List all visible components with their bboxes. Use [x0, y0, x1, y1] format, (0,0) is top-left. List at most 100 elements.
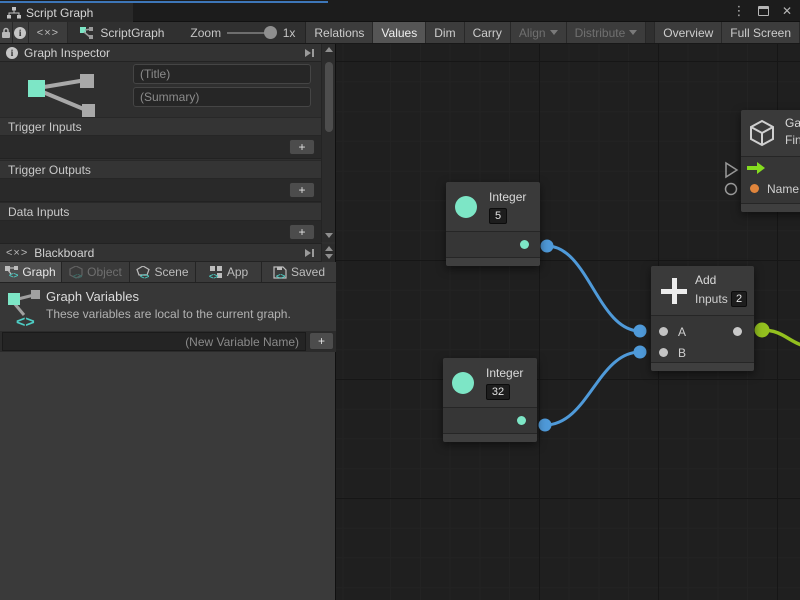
inspector-fields	[0, 62, 322, 117]
window-menu-icon[interactable]	[732, 4, 746, 18]
tab-scene[interactable]: <> Scene	[130, 262, 196, 282]
output-port[interactable]	[733, 327, 742, 336]
gameobject-cube-icon	[748, 119, 776, 147]
node-title: Add	[695, 273, 716, 287]
graph-asset-icon	[22, 66, 107, 118]
control-input-port-icon[interactable]	[726, 163, 737, 177]
tab-title: Script Graph	[26, 6, 93, 20]
close-icon[interactable]	[780, 4, 794, 18]
code-brackets-icon: <×>	[37, 27, 59, 39]
add-trigger-input-button[interactable]: +	[289, 139, 315, 155]
scroll-up-icon[interactable]	[325, 47, 333, 52]
tab-graph[interactable]: <> Graph	[0, 262, 62, 282]
output-port[interactable]	[520, 240, 529, 249]
tab-saved[interactable]: <> Saved	[262, 262, 336, 282]
title-input[interactable]	[133, 64, 311, 84]
data-input-port-icon[interactable]	[726, 184, 737, 195]
graph-breadcrumb[interactable]: ScriptGraph	[80, 22, 164, 43]
data-inputs-list: +	[0, 221, 322, 244]
dock-icon[interactable]	[304, 48, 316, 58]
port-b-label: B	[678, 346, 686, 360]
node-title: Integer	[489, 190, 526, 204]
script-graph-window: Script Graph <×> S	[0, 0, 800, 600]
inputs-count-input[interactable]	[731, 291, 747, 307]
new-variable-row: +	[0, 331, 336, 352]
section-trigger-inputs: Trigger Inputs	[0, 117, 322, 136]
section-data-inputs: Data Inputs	[0, 202, 322, 221]
node-subtitle: Find	[785, 133, 800, 147]
overview-button[interactable]: Overview	[654, 22, 722, 43]
trigger-outputs-list: +	[0, 179, 322, 202]
scroll-down-icon[interactable]	[325, 254, 333, 259]
summary-input[interactable]	[133, 87, 311, 107]
wire-endpoint	[541, 240, 554, 253]
input-port-a[interactable]	[659, 327, 668, 336]
lock-button[interactable]	[0, 22, 13, 43]
scene-icon: <>	[136, 266, 150, 279]
sidebar-panel: Graph Inspector Trigger Inputs + Trigger…	[0, 44, 336, 600]
svg-text:<>: <>	[140, 272, 150, 279]
graph-canvas[interactable]: Integer Integer Add	[336, 44, 800, 600]
wire-integer32-to-b[interactable]	[545, 352, 640, 425]
zoom-slider-thumb[interactable]	[264, 26, 277, 39]
wire-endpoint	[755, 323, 770, 338]
new-variable-input[interactable]	[2, 332, 306, 351]
add-trigger-output-button[interactable]: +	[289, 182, 315, 198]
section-trigger-outputs: Trigger Outputs	[0, 160, 322, 179]
info-button[interactable]	[13, 22, 29, 43]
chevron-down-icon	[550, 30, 558, 35]
node-footer	[446, 258, 540, 266]
align-button[interactable]: Align	[511, 22, 567, 43]
carry-button[interactable]: Carry	[465, 22, 511, 43]
wire-integer5-to-a[interactable]	[547, 246, 640, 331]
integer-value-input[interactable]	[489, 208, 507, 224]
dock-icon[interactable]	[304, 248, 316, 258]
tab-app[interactable]: <> App	[196, 262, 262, 282]
blackboard-icon: <×>	[6, 247, 28, 259]
graph-toolbar: <×> ScriptGraph Zoom 1x Relations Values…	[0, 22, 800, 44]
node-add[interactable]: Add Inputs A B	[651, 266, 754, 371]
values-button[interactable]: Values	[373, 22, 426, 43]
info-icon	[14, 27, 26, 39]
add-data-input-button[interactable]: +	[289, 224, 315, 240]
node-integer-32[interactable]: Integer	[443, 358, 537, 442]
scroll-up-icon[interactable]	[325, 246, 333, 251]
name-input-port[interactable]	[750, 184, 759, 193]
blackboard-header: <×> Blackboard	[0, 244, 322, 262]
zoom-slider[interactable]	[227, 22, 277, 43]
graph-inspector-title: Graph Inspector	[24, 46, 110, 60]
info-icon	[6, 47, 18, 59]
script-graph-icon	[80, 26, 94, 39]
port-name-label: Name	[767, 182, 799, 196]
cube-icon: <>	[69, 266, 83, 279]
node-title: Integer	[486, 366, 523, 380]
inspector-scrollbar[interactable]	[321, 44, 335, 242]
variables-button[interactable]: <×>	[29, 22, 69, 43]
node-gameobject-find[interactable]: Game Object Find Name	[741, 110, 800, 212]
inputs-label: Inputs	[695, 292, 728, 306]
graph-variables-description: These variables are local to the current…	[46, 307, 291, 321]
output-port[interactable]	[517, 416, 526, 425]
tab-script-graph[interactable]: Script Graph	[0, 3, 133, 22]
tab-object[interactable]: <> Object	[62, 262, 130, 282]
distribute-button[interactable]: Distribute	[567, 22, 647, 43]
integer-type-icon	[452, 372, 474, 394]
relations-button[interactable]: Relations	[306, 22, 373, 43]
dim-button[interactable]: Dim	[426, 22, 464, 43]
add-variable-button[interactable]: +	[309, 332, 334, 350]
floppy-disk-icon: <>	[273, 266, 287, 279]
input-port-b[interactable]	[659, 348, 668, 357]
trigger-inputs-list: +	[0, 136, 322, 159]
control-flow-arrow-icon[interactable]	[747, 162, 765, 174]
maximize-icon[interactable]	[758, 6, 769, 16]
zoom-label: Zoom	[190, 22, 221, 43]
fullscreen-button[interactable]: Full Screen	[722, 22, 800, 43]
node-integer-5[interactable]: Integer	[446, 182, 540, 266]
blackboard-scroll-arrows[interactable]	[321, 244, 335, 262]
svg-text:<>: <>	[16, 314, 35, 329]
integer-value-input[interactable]	[486, 384, 510, 400]
scroll-down-icon[interactable]	[325, 233, 333, 238]
blackboard-tabs: <> Graph <> Object <> Scene	[0, 262, 336, 283]
zoom-value: 1x	[283, 22, 296, 43]
scrollbar-thumb[interactable]	[325, 62, 333, 132]
